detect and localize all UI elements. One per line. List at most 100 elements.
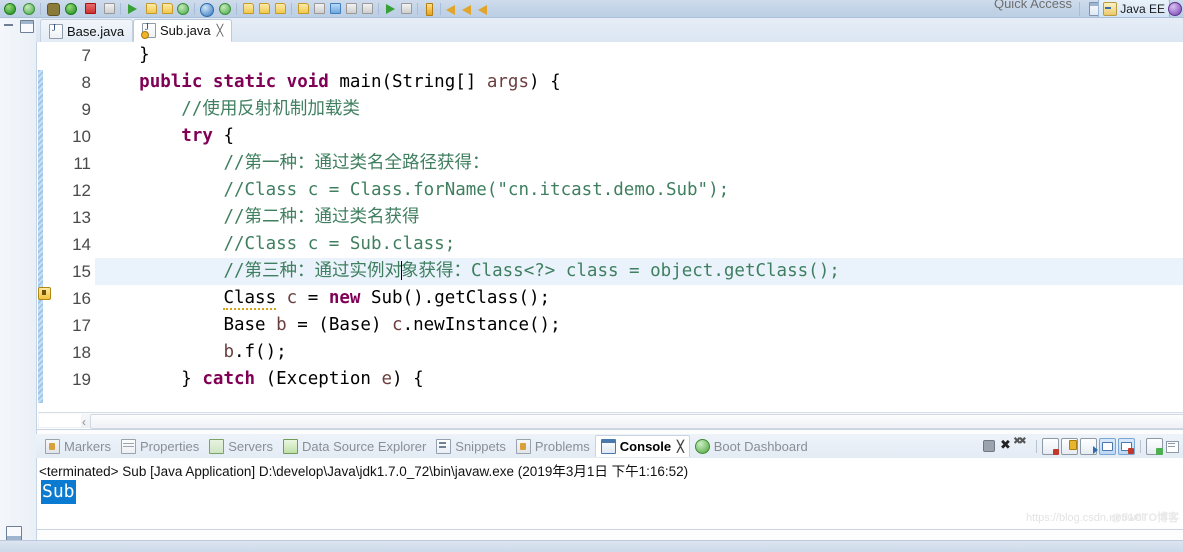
tab-servers[interactable]: Servers <box>204 435 278 457</box>
code-line[interactable]: Class c = new Sub().getClass(); <box>97 285 1183 312</box>
tab-label: Markers <box>64 438 111 454</box>
stop-icon[interactable] <box>83 2 97 16</box>
tab-console[interactable]: Console ╳ <box>594 435 690 457</box>
new-package-icon[interactable] <box>160 2 174 16</box>
tab-label: Properties <box>139 438 200 454</box>
code-token: public static void <box>139 72 340 92</box>
remove-launch-icon[interactable] <box>999 437 1014 454</box>
next-annotation-icon[interactable] <box>383 2 397 16</box>
tab-boot-dashboard[interactable]: Boot Dashboard <box>690 435 813 457</box>
code-token: .newInstance(); <box>402 315 561 335</box>
debug-icon[interactable] <box>45 2 60 16</box>
code-line[interactable]: //第一种：通过类名全路径获得： <box>97 150 1183 177</box>
perspective-other-icon[interactable] <box>1168 2 1182 16</box>
console-menu-icon[interactable] <box>1165 439 1180 454</box>
editor-tab-base-java[interactable]: Base.java <box>40 19 134 42</box>
display-selected-console-icon[interactable] <box>1099 437 1116 455</box>
code-line[interactable]: try { <box>97 123 1183 150</box>
terminate-icon[interactable] <box>983 440 995 452</box>
line-number: 16 <box>72 289 91 308</box>
terminate-icon[interactable] <box>102 2 116 16</box>
forward-icon[interactable] <box>461 2 475 16</box>
console-output-selection[interactable]: Sub <box>41 480 76 504</box>
code-line[interactable]: b.f(); <box>97 339 1183 366</box>
code-token: main(String[] <box>339 72 487 92</box>
line-number: 13 <box>72 208 91 227</box>
code-line[interactable]: //Class c = Sub.class; <box>97 231 1183 258</box>
toolbar-divider <box>378 2 379 15</box>
code-text[interactable]: } public static void main(String[] args)… <box>97 42 1183 429</box>
code-token: //Class c = Class.forName("cn.itcast.dem… <box>223 180 730 200</box>
forward-history-icon[interactable] <box>477 2 491 16</box>
run-icon[interactable] <box>64 2 78 16</box>
marker-icon[interactable] <box>312 2 326 16</box>
save-icon[interactable] <box>3 2 17 16</box>
restore-view-icon[interactable] <box>6 526 22 541</box>
bookmark-icon[interactable] <box>296 2 310 16</box>
close-icon[interactable]: ╳ <box>217 24 224 37</box>
open-folder-icon[interactable] <box>241 2 255 16</box>
pin-icon[interactable] <box>422 2 436 16</box>
code-line[interactable]: } catch (Exception e) { <box>97 366 1183 393</box>
code-line[interactable]: //Class c = Class.forName("cn.itcast.dem… <box>97 177 1183 204</box>
code-line[interactable]: //使用反射机制加载类 <box>97 96 1183 123</box>
layout-icon[interactable] <box>344 2 358 16</box>
line-number: 10 <box>72 127 91 146</box>
code-token: //第三种：通过实例对 <box>223 261 403 281</box>
java-ee-icon <box>1103 2 1118 16</box>
refresh-icon[interactable] <box>22 2 36 16</box>
tab-label: Problems <box>534 438 590 454</box>
editor-tabbar: Base.java Sub.java ╳ <box>36 18 1184 42</box>
console-icon <box>600 439 616 454</box>
line-number: 19 <box>72 370 91 389</box>
open-type-icon[interactable] <box>218 2 232 16</box>
tab-problems[interactable]: Problems <box>511 435 595 457</box>
editor-horizontal-scrollbar[interactable]: ‹ <box>38 412 1183 429</box>
close-icon[interactable]: ╳ <box>677 440 684 453</box>
tab-label: Console <box>619 439 672 454</box>
external-tools-icon[interactable] <box>144 2 158 16</box>
view-menu-icon[interactable] <box>360 2 374 16</box>
code-line[interactable]: //第二种：通过类名获得 <box>97 204 1183 231</box>
code-editor[interactable]: 7 8 9 10 11 12 13 14 15 16 17 18 19 } public static … <box>36 42 1184 430</box>
pin-console-icon[interactable] <box>1080 437 1098 455</box>
change-bar <box>38 70 43 403</box>
scrollbar-thumb[interactable] <box>90 414 1183 429</box>
remove-all-terminated-icon[interactable] <box>1013 436 1031 454</box>
console-output-area[interactable]: <terminated> Sub [Java Application] D:\d… <box>36 458 1184 530</box>
code-token: args <box>486 72 530 92</box>
code-line[interactable]: } <box>97 42 1183 69</box>
clear-console-icon[interactable] <box>1042 437 1059 455</box>
back-icon[interactable] <box>445 2 459 16</box>
new-console-view-icon[interactable] <box>1146 437 1163 455</box>
editor-tab-sub-java[interactable]: Sub.java ╳ <box>133 19 233 42</box>
run-last-icon[interactable] <box>125 2 139 16</box>
restore-icon[interactable] <box>20 20 34 33</box>
scroll-lock-icon[interactable] <box>1061 437 1078 455</box>
properties-icon <box>120 438 136 454</box>
open-console-icon[interactable] <box>1118 437 1135 455</box>
quick-access-field[interactable]: Quick Access <box>994 0 1072 11</box>
line-number: 12 <box>72 181 91 200</box>
code-line[interactable]: public static void main(String[] args) { <box>97 69 1183 96</box>
perspective-icon[interactable] <box>328 2 342 16</box>
previous-annotation-icon[interactable] <box>399 2 413 16</box>
perspective-java-ee-button[interactable]: Java EE <box>1098 0 1170 17</box>
folder-icon[interactable] <box>257 2 271 16</box>
code-line[interactable]: Base b = (Base) c.newInstance(); <box>97 312 1183 339</box>
tab-snippets[interactable]: Snippets <box>431 435 511 457</box>
warning-icon[interactable] <box>273 2 287 16</box>
search-icon[interactable] <box>199 2 214 17</box>
tab-data-source-explorer[interactable]: Data Source Explorer <box>278 435 431 457</box>
tab-markers[interactable]: Markers <box>40 435 116 457</box>
marker-column[interactable] <box>38 42 52 429</box>
tab-properties[interactable]: Properties <box>116 435 204 457</box>
minimize-icon[interactable] <box>4 24 13 26</box>
code-line[interactable]: //第三种：通过实例对象获得：Class<?> class = object.g… <box>97 258 1183 285</box>
code-token: = (Base) <box>286 315 393 335</box>
warning-marker-icon[interactable] <box>38 287 51 300</box>
scroll-left-icon[interactable]: ‹ <box>82 415 86 429</box>
new-java-project-icon[interactable] <box>176 2 190 16</box>
